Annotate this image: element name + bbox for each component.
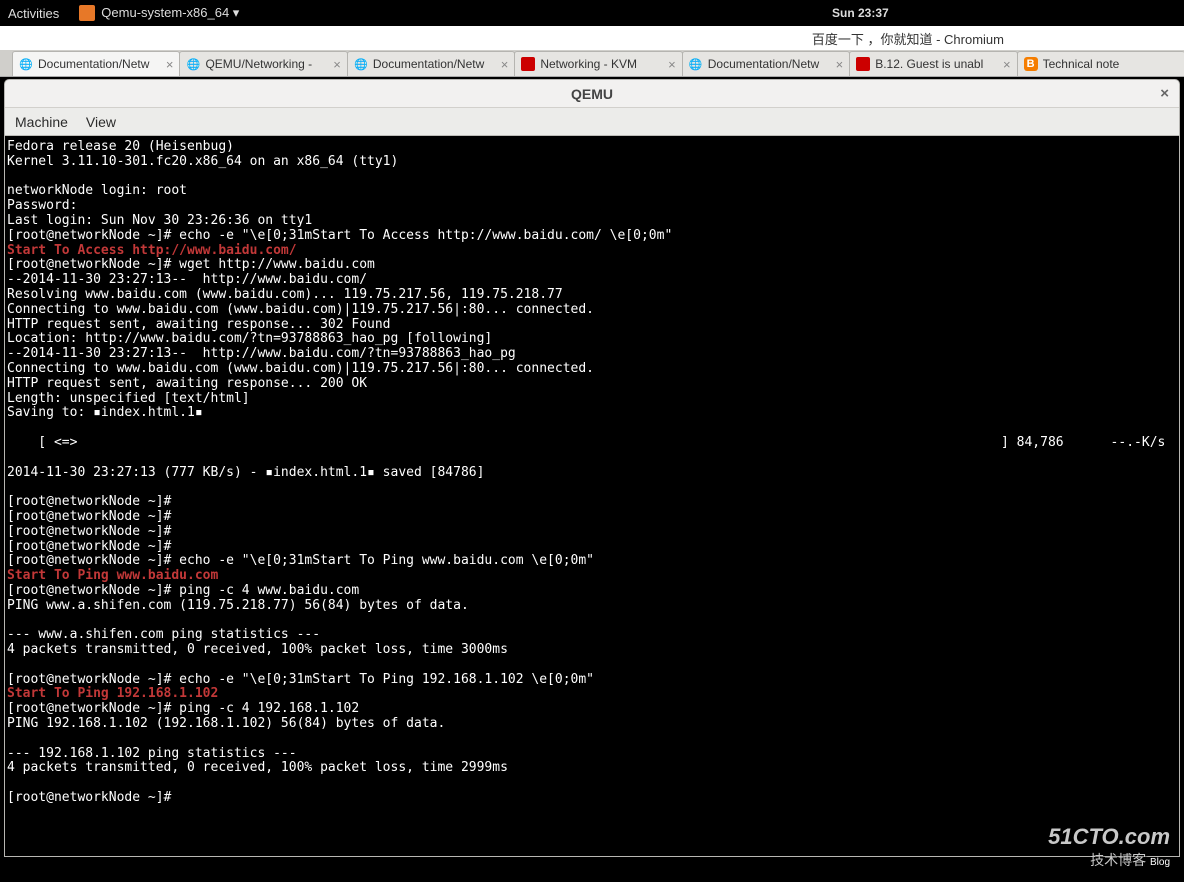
term-line: PING 192.168.1.102 (192.168.1.102) 56(84…	[7, 716, 445, 731]
term-line: Connecting to www.baidu.com (www.baidu.c…	[7, 361, 594, 376]
tab-label: QEMU/Networking -	[205, 57, 324, 71]
term-line: Resolving www.baidu.com (www.baidu.com).…	[7, 287, 563, 302]
gnome-top-panel: Activities Qemu-system-x86_64 ▾ Sun 23:3…	[0, 0, 1184, 26]
close-tab-icon[interactable]: ×	[1003, 57, 1011, 72]
term-line: PING www.a.shifen.com (119.75.218.77) 56…	[7, 598, 469, 613]
tab-label: Networking - KVM	[540, 57, 659, 71]
term-line: [root@networkNode ~]#	[7, 494, 171, 509]
term-line: Location: http://www.baidu.com/?tn=93788…	[7, 331, 492, 346]
tab-label: B.12. Guest is unabl	[875, 57, 994, 71]
close-tab-icon[interactable]: ×	[166, 57, 174, 72]
app-indicator[interactable]: Qemu-system-x86_64 ▾	[79, 5, 239, 21]
watermark-line1: 51CTO.com	[1048, 824, 1170, 850]
term-line-red: Start To Access http://www.baidu.com/	[7, 243, 297, 258]
menu-view[interactable]: View	[86, 114, 116, 130]
term-line: 4 packets transmitted, 0 received, 100% …	[7, 642, 508, 657]
term-line-red: Start To Ping 192.168.1.102	[7, 686, 218, 701]
browser-tab[interactable]: B Technical note	[1017, 51, 1184, 76]
term-line: [root@networkNode ~]#	[7, 790, 171, 805]
term-line: [root@networkNode ~]# echo -e "\e[0;31mS…	[7, 553, 594, 568]
terminal-screen[interactable]: Fedora release 20 (Heisenbug) Kernel 3.1…	[5, 136, 1179, 856]
term-line: [root@networkNode ~]#	[7, 524, 171, 539]
window-close-icon[interactable]: ×	[1160, 85, 1169, 102]
browser-tab[interactable]: B.12. Guest is unabl ×	[849, 51, 1017, 76]
browser-tab[interactable]: QEMU/Networking - ×	[179, 51, 347, 76]
tab-label: Documentation/Netw	[373, 57, 492, 71]
tab-label: Documentation/Netw	[38, 57, 157, 71]
term-line: Password:	[7, 198, 77, 213]
favicon-blogger-icon: B	[1024, 57, 1038, 71]
qemu-icon	[79, 5, 95, 21]
term-line: --- www.a.shifen.com ping statistics ---	[7, 627, 320, 642]
term-line: [ <=> ] 84,786 --.-K/s in 0.1s	[7, 435, 1184, 450]
favicon-globe-icon	[186, 57, 200, 71]
term-line: HTTP request sent, awaiting response... …	[7, 317, 391, 332]
term-line: [root@networkNode ~]# ping -c 4 192.168.…	[7, 701, 359, 716]
term-line: 4 packets transmitted, 0 received, 100% …	[7, 760, 508, 775]
term-line: 2014-11-30 23:27:13 (777 KB/s) - ▪index.…	[7, 465, 484, 480]
term-line: [root@networkNode ~]# ping -c 4 www.baid…	[7, 583, 359, 598]
term-line: [root@networkNode ~]# echo -e "\e[0;31mS…	[7, 672, 594, 687]
term-line: Connecting to www.baidu.com (www.baidu.c…	[7, 302, 594, 317]
term-line: Last login: Sun Nov 30 23:26:36 on tty1	[7, 213, 312, 228]
term-line: Kernel 3.11.10-301.fc20.x86_64 on an x86…	[7, 154, 398, 169]
favicon-redhat-icon	[521, 57, 535, 71]
close-tab-icon[interactable]: ×	[668, 57, 676, 72]
favicon-globe-icon	[689, 57, 703, 71]
tab-label: Documentation/Netw	[708, 57, 827, 71]
term-line-red: Start To Ping www.baidu.com	[7, 568, 218, 583]
term-line: networkNode login: root	[7, 183, 187, 198]
term-line: [root@networkNode ~]# echo -e "\e[0;31mS…	[7, 228, 672, 243]
term-line: HTTP request sent, awaiting response... …	[7, 376, 367, 391]
tab-label: Technical note	[1043, 57, 1179, 71]
favicon-redhat-icon	[856, 57, 870, 71]
term-line: --2014-11-30 23:27:13-- http://www.baidu…	[7, 346, 516, 361]
qemu-window: QEMU × Machine View Fedora release 20 (H…	[4, 79, 1180, 857]
browser-window-title: 百度一下 ，你就知道 - Chromium	[0, 26, 1184, 50]
clock[interactable]: Sun 23:37	[832, 6, 889, 20]
watermark: 51CTO.com 技术博客 Blog	[1048, 824, 1170, 870]
browser-tab-strip: Documentation/Netw × QEMU/Networking - ×…	[0, 50, 1184, 77]
close-tab-icon[interactable]: ×	[501, 57, 509, 72]
activities-button[interactable]: Activities	[8, 6, 59, 21]
browser-tab[interactable]: Networking - KVM ×	[514, 51, 682, 76]
qemu-titlebar[interactable]: QEMU ×	[5, 80, 1179, 108]
menu-machine[interactable]: Machine	[15, 114, 68, 130]
term-line: Fedora release 20 (Heisenbug)	[7, 139, 234, 154]
qemu-title: QEMU	[571, 86, 613, 102]
app-indicator-label: Qemu-system-x86_64 ▾	[101, 5, 239, 21]
favicon-globe-icon	[354, 57, 368, 71]
term-line: [root@networkNode ~]#	[7, 509, 171, 524]
qemu-menubar: Machine View	[5, 108, 1179, 136]
watermark-badge: Blog	[1150, 857, 1170, 868]
browser-tab[interactable]: Documentation/Netw ×	[347, 51, 515, 76]
term-line: Length: unspecified [text/html]	[7, 391, 250, 406]
browser-tab[interactable]: Documentation/Netw ×	[12, 51, 180, 76]
close-tab-icon[interactable]: ×	[836, 57, 844, 72]
term-line: Saving to: ▪index.html.1▪	[7, 405, 203, 420]
watermark-line2: 技术博客 Blog	[1048, 850, 1170, 870]
term-line: --2014-11-30 23:27:13-- http://www.baidu…	[7, 272, 367, 287]
browser-title-text: 百度一下 ，你就知道 - Chromium	[812, 29, 1004, 48]
close-tab-icon[interactable]: ×	[333, 57, 341, 72]
favicon-globe-icon	[19, 57, 33, 71]
term-line: [root@networkNode ~]# wget http://www.ba…	[7, 257, 375, 272]
term-line: [root@networkNode ~]#	[7, 539, 171, 554]
term-line: --- 192.168.1.102 ping statistics ---	[7, 746, 297, 761]
browser-tab[interactable]: Documentation/Netw ×	[682, 51, 850, 76]
